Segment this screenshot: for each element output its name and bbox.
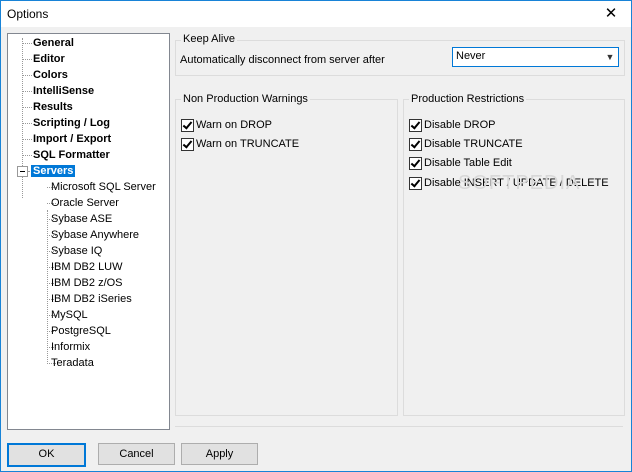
watermark: SOFTPEDIA (458, 172, 581, 194)
tree-item-results[interactable]: Results (33, 99, 73, 115)
tree-item-sybase-anywhere[interactable]: Sybase Anywhere (51, 227, 139, 243)
tree-item-colors[interactable]: Colors (33, 67, 68, 83)
tree-item-oracle-server[interactable]: Oracle Server (51, 195, 119, 211)
collapse-icon[interactable] (17, 166, 28, 177)
apply-button[interactable]: Apply (181, 443, 258, 465)
window-title: Options (7, 7, 49, 21)
tree-item-sql-formatter[interactable]: SQL Formatter (33, 147, 110, 163)
disable-truncate-label: Disable TRUNCATE (424, 138, 523, 150)
cancel-button[interactable]: Cancel (98, 443, 175, 465)
tree-item-mysql[interactable]: MySQL (51, 307, 88, 323)
warn-on-drop-checkbox[interactable] (181, 119, 194, 132)
tree-item-intellisense[interactable]: IntelliSense (33, 83, 94, 99)
tree-item-microsoft-sql-server[interactable]: Microsoft SQL Server (51, 179, 156, 195)
tree-item-ibm-db2-iseries[interactable]: IBM DB2 iSeries (51, 291, 132, 307)
chevron-down-icon: ▼ (605, 52, 615, 62)
tree-item-ibm-db2-luw[interactable]: IBM DB2 LUW (51, 259, 123, 275)
tree-item-servers-label: Servers (31, 165, 76, 177)
disable-insert-update-delete-checkbox[interactable] (409, 177, 422, 190)
tree-item-servers[interactable]: Servers (31, 163, 76, 179)
options-tree[interactable]: General Editor Colors IntelliSense Resul… (7, 33, 170, 430)
tree-line (22, 107, 32, 108)
tree-item-teradata[interactable]: Teradata (51, 355, 94, 371)
warn-on-truncate-label: Warn on TRUNCATE (196, 138, 300, 150)
ok-button[interactable]: OK (7, 443, 86, 467)
disable-drop-label: Disable DROP (424, 119, 496, 131)
disable-truncate-checkbox[interactable] (409, 138, 422, 151)
tree-line (22, 59, 32, 60)
production-title: Production Restrictions (409, 93, 527, 105)
tree-line (22, 139, 32, 140)
non-production-title: Non Production Warnings (181, 93, 310, 105)
separator (175, 426, 623, 427)
tree-item-postgresql[interactable]: PostgreSQL (51, 323, 111, 339)
tree-line (22, 123, 32, 124)
tree-line (22, 75, 32, 76)
disconnect-select-value: Never (456, 50, 486, 62)
tree-line (22, 155, 32, 156)
disable-table-edit-label: Disable Table Edit (424, 157, 512, 169)
tree-item-sybase-ase[interactable]: Sybase ASE (51, 211, 112, 227)
tree-item-scripting-log[interactable]: Scripting / Log (33, 115, 110, 131)
tree-item-import-export[interactable]: Import / Export (33, 131, 111, 147)
keep-alive-title: Keep Alive (181, 33, 237, 45)
tree-item-general[interactable]: General (33, 35, 74, 51)
tree-line (22, 91, 32, 92)
tree-item-informix[interactable]: Informix (51, 339, 90, 355)
tree-item-sybase-iq[interactable]: Sybase IQ (51, 243, 102, 259)
warn-on-drop-label: Warn on DROP (196, 119, 273, 131)
tree-line (47, 210, 48, 362)
close-icon[interactable]: ✕ (591, 1, 631, 27)
disconnect-select[interactable]: Never ▼ (452, 47, 619, 67)
warn-on-truncate-checkbox[interactable] (181, 138, 194, 151)
disable-table-edit-checkbox[interactable] (409, 157, 422, 170)
title-bar: Options ✕ (1, 1, 631, 27)
disable-drop-checkbox[interactable] (409, 119, 422, 132)
tree-item-ibm-db2-zos[interactable]: IBM DB2 z/OS (51, 275, 123, 291)
tree-line (22, 43, 32, 44)
disconnect-label: Automatically disconnect from server aft… (180, 54, 385, 66)
tree-item-editor[interactable]: Editor (33, 51, 65, 67)
